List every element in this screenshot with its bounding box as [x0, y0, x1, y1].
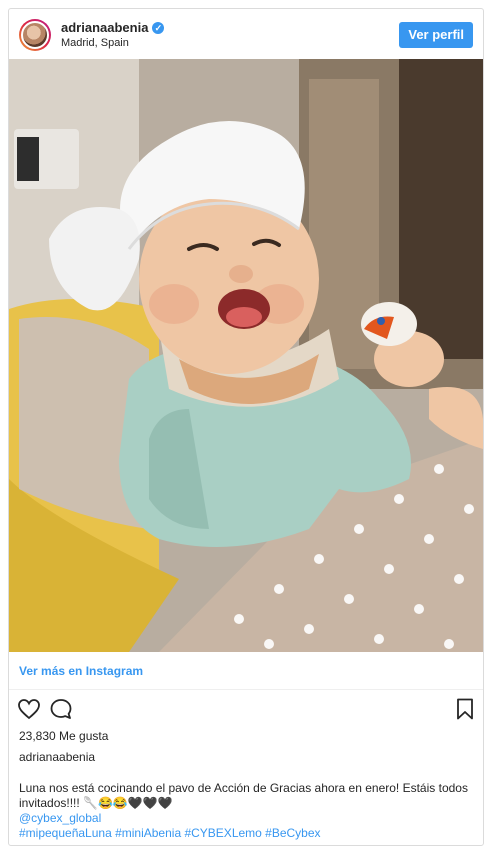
username-row: adrianaabenia ✓: [61, 20, 165, 35]
view-more-bar: Ver más en Instagram: [9, 652, 483, 690]
avatar-image: [21, 21, 49, 49]
view-profile-button[interactable]: Ver perfil: [399, 22, 473, 48]
verified-icon: ✓: [152, 21, 165, 34]
hashtags-links[interactable]: #mipequeñaLuna #miniAbenia #CYBEXLemo #B…: [19, 826, 479, 841]
user-info: adrianaabenia ✓ Madrid, Spain: [61, 20, 165, 49]
heart-icon[interactable]: [17, 697, 41, 721]
instagram-embed-card: adrianaabenia ✓ Madrid, Spain Ver perfil: [8, 8, 484, 846]
location-link[interactable]: Madrid, Spain: [61, 37, 164, 49]
view-more-link[interactable]: Ver más en Instagram: [19, 664, 143, 678]
comment-icon[interactable]: [49, 697, 73, 721]
likes-count[interactable]: 23,830 Me gusta: [19, 729, 108, 743]
caption-text: Luna nos está cocinando el pavo de Acció…: [19, 781, 468, 810]
post-photo[interactable]: [9, 59, 483, 652]
action-bar: [9, 694, 483, 724]
caption-author[interactable]: adrianaabenia: [19, 750, 95, 764]
caption: Luna nos está cocinando el pavo de Acció…: [19, 781, 479, 841]
photo-illustration: [9, 59, 483, 652]
post-header: adrianaabenia ✓ Madrid, Spain Ver perfil: [9, 9, 483, 59]
bookmark-icon[interactable]: [453, 697, 477, 721]
username-link[interactable]: adrianaabenia: [61, 20, 148, 35]
avatar[interactable]: [19, 19, 51, 51]
mention-link[interactable]: @cybex_global: [19, 811, 479, 826]
